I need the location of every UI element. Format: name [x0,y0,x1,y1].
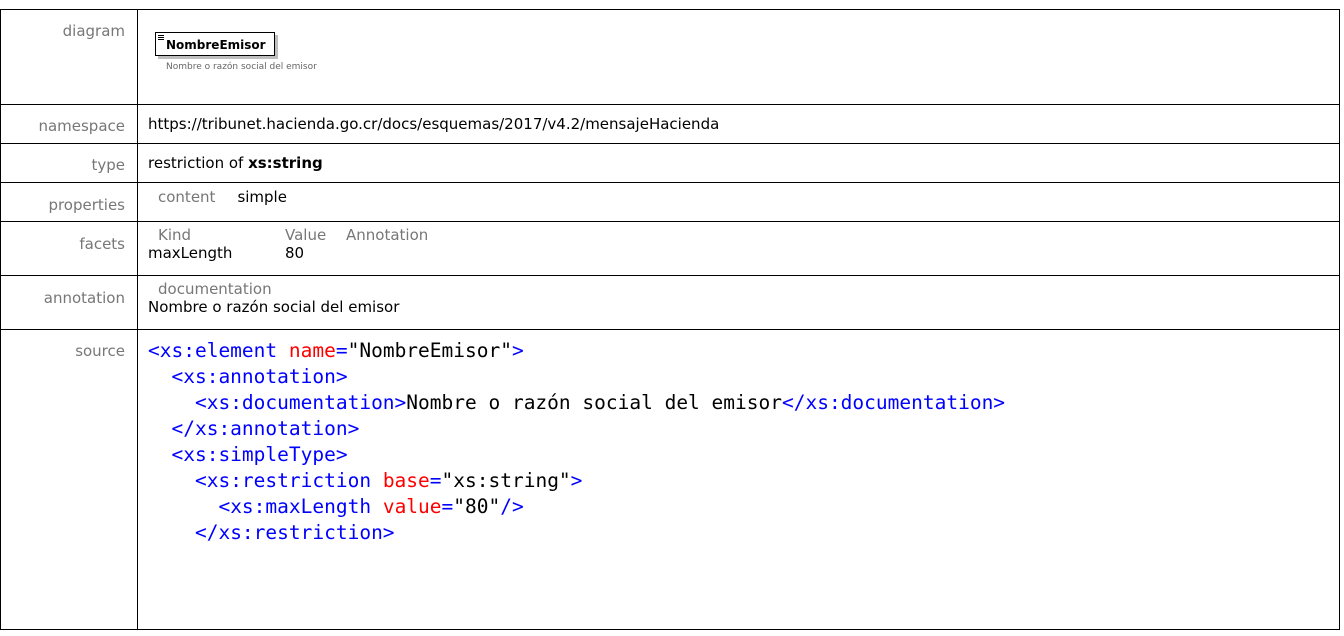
source-cell: <xs:element name="NombreEmisor"> <xs:ann… [137,329,1340,630]
label-type: type [0,143,138,183]
source-token-attr: name [288,339,336,362]
facet-row: maxLength 80 [148,244,1329,262]
source-token-txt [148,443,171,466]
label-properties: properties [0,182,138,222]
label-annotation: annotation [0,275,138,330]
source-token-sym: = [335,339,348,362]
source-token-txt [148,469,195,492]
source-token-tag: <xs:element [148,339,289,362]
source-token-txt: "80" [453,495,501,518]
source-token-tag: </xs:annotation> [171,417,360,440]
type-base-link[interactable]: xs:string [248,154,323,172]
source-line: <xs:annotation> [148,364,1339,390]
label-diagram: diagram [0,9,138,105]
label-source: source [0,329,138,630]
element-doc-table: diagram NombreEmisor Nombre o razón soci… [0,9,1340,630]
source-token-sym: = [441,495,454,518]
facets-header-value: Value [285,226,327,244]
annotation-cell: documentation Nombre o razón social del … [137,275,1340,330]
source-token-tag: <xs:simpleType> [171,443,348,466]
row-diagram: diagram NombreEmisor Nombre o razón soci… [0,9,1340,105]
source-token-txt [148,365,171,388]
facet-kind: maxLength [148,244,233,262]
source-line: <xs:documentation>Nombre o razón social … [148,390,1339,416]
source-token-attr: base [382,469,430,492]
annotation-header: documentation [158,280,272,298]
properties-cell: content simple [137,182,1340,222]
facets-cell: Kind Value Annotation maxLength 80 [137,221,1340,276]
label-namespace: namespace [0,104,138,144]
source-token-tag: </xs:restriction> [194,521,395,544]
diagram-cell: NombreEmisor Nombre o razón social del e… [137,9,1340,105]
source-token-tag: <xs:maxLength [218,495,383,518]
type-value: restriction of xs:string [137,143,1340,183]
source-token-tag: </xs:documentation> [781,391,1006,414]
diagram-note: Nombre o razón social del emisor [166,62,317,72]
row-annotation: annotation documentation Nombre o razón … [0,275,1340,330]
facets-header-kind: Kind [158,226,192,244]
source-code-block: <xs:element name="NombreEmisor"> <xs:ann… [148,338,1339,546]
source-token-sym: > [570,469,583,492]
label-facets: facets [0,221,138,276]
schema-doc-page: diagram NombreEmisor Nombre o razón soci… [0,0,1344,636]
source-line: </xs:restriction> [148,520,1339,546]
namespace-value: https://tribunet.hacienda.go.cr/docs/esq… [137,104,1340,144]
source-token-txt [148,495,218,518]
source-line: </xs:annotation> [148,416,1339,442]
facets-header: Kind Value Annotation [148,226,1329,244]
row-properties: properties content simple [0,182,1340,222]
source-token-txt [148,521,195,544]
row-namespace: namespace https://tribunet.hacienda.go.c… [0,104,1340,144]
row-source: source <xs:element name="NombreEmisor"> … [0,329,1340,630]
source-line: <xs:simpleType> [148,442,1339,468]
source-token-sym: /> [500,495,524,518]
row-facets: facets Kind Value Annotation maxLength 80 [0,221,1340,276]
annotation-text: Nombre o razón social del emisor [148,298,400,316]
element-diagram-box[interactable]: NombreEmisor [155,32,275,56]
source-token-txt: "xs:string" [441,469,571,492]
content-lines-icon [158,35,164,41]
source-token-attr: value [382,495,442,518]
source-token-sym: > [511,339,524,362]
source-token-tag: <xs:documentation> [194,391,407,414]
diagram-element-name: NombreEmisor [166,38,266,52]
source-token-sym: = [429,469,442,492]
source-line: <xs:maxLength value="80"/> [148,494,1339,520]
facets-header-annotation: Annotation [346,226,429,244]
type-prefix: restriction of [148,154,249,172]
facet-value: 80 [285,244,305,262]
source-token-txt [148,417,171,440]
property-key: content [158,188,216,206]
source-token-tag: <xs:restriction [194,469,383,492]
property-value: simple [237,188,287,206]
source-line: <xs:restriction base="xs:string"> [148,468,1339,494]
source-token-tag: <xs:annotation> [171,365,348,388]
row-type: type restriction of xs:string [0,143,1340,183]
source-token-txt [148,391,195,414]
source-line: <xs:element name="NombreEmisor"> [148,338,1339,364]
source-token-txt: Nombre o razón social del emisor [406,391,782,414]
source-token-txt: "NombreEmisor" [347,339,512,362]
